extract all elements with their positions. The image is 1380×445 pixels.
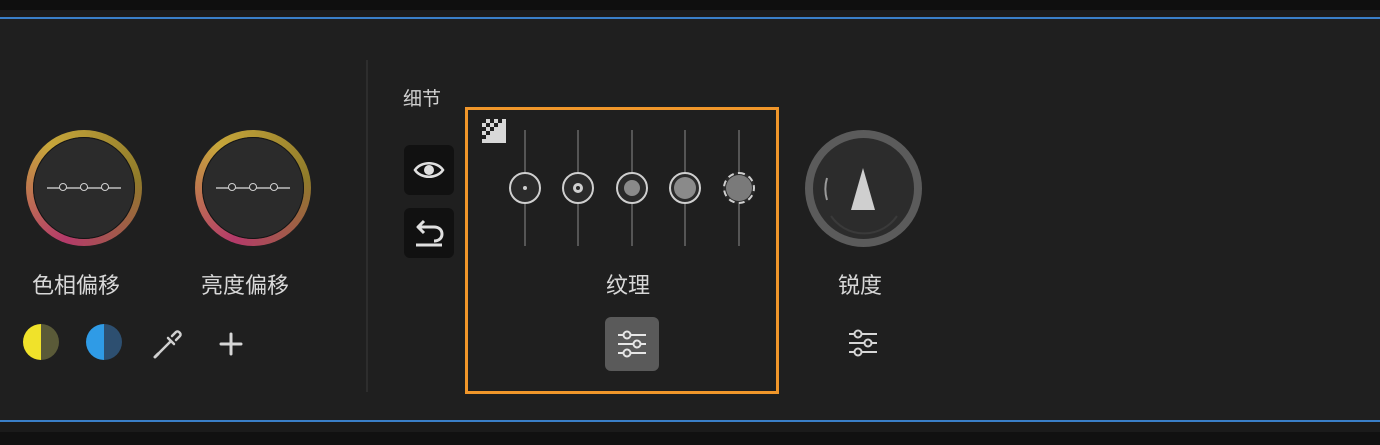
top-bar xyxy=(0,0,1380,10)
add-icon[interactable] xyxy=(216,329,246,359)
luminance-offset-wheel[interactable] xyxy=(195,130,311,246)
yellow-swatch-icon[interactable] xyxy=(23,324,59,360)
texture-label: 纹理 xyxy=(606,274,651,299)
texture-pattern-icon xyxy=(481,118,507,144)
visibility-toggle-button[interactable] xyxy=(404,145,454,195)
texture-slider-1-knob[interactable] xyxy=(509,172,541,204)
section-divider xyxy=(366,60,368,392)
eyedropper-icon[interactable] xyxy=(150,326,186,362)
texture-slider-5-knob[interactable] xyxy=(723,172,755,204)
blue-swatch-icon[interactable] xyxy=(86,324,122,360)
sharpness-label: 锐度 xyxy=(838,274,883,299)
texture-settings-button[interactable] xyxy=(605,317,659,371)
eye-icon xyxy=(413,162,445,178)
sharpness-dial[interactable] xyxy=(805,130,922,247)
sliders-icon xyxy=(618,330,646,358)
texture-slider-4-knob[interactable] xyxy=(669,172,701,204)
bottom-bar xyxy=(0,432,1380,445)
luminance-offset-label: 亮度偏移 xyxy=(201,274,290,299)
undo-icon xyxy=(416,219,444,247)
sliders-icon xyxy=(849,329,877,357)
sharpness-settings-button[interactable] xyxy=(846,326,880,360)
reset-button[interactable] xyxy=(404,208,454,258)
detail-title: 细节 xyxy=(403,88,442,110)
hue-offset-wheel[interactable] xyxy=(26,130,142,246)
texture-slider-3-knob[interactable] xyxy=(616,172,648,204)
hue-offset-label: 色相偏移 xyxy=(32,274,121,299)
texture-slider-2-knob[interactable] xyxy=(562,172,594,204)
panel-bottom-border xyxy=(0,420,1380,422)
